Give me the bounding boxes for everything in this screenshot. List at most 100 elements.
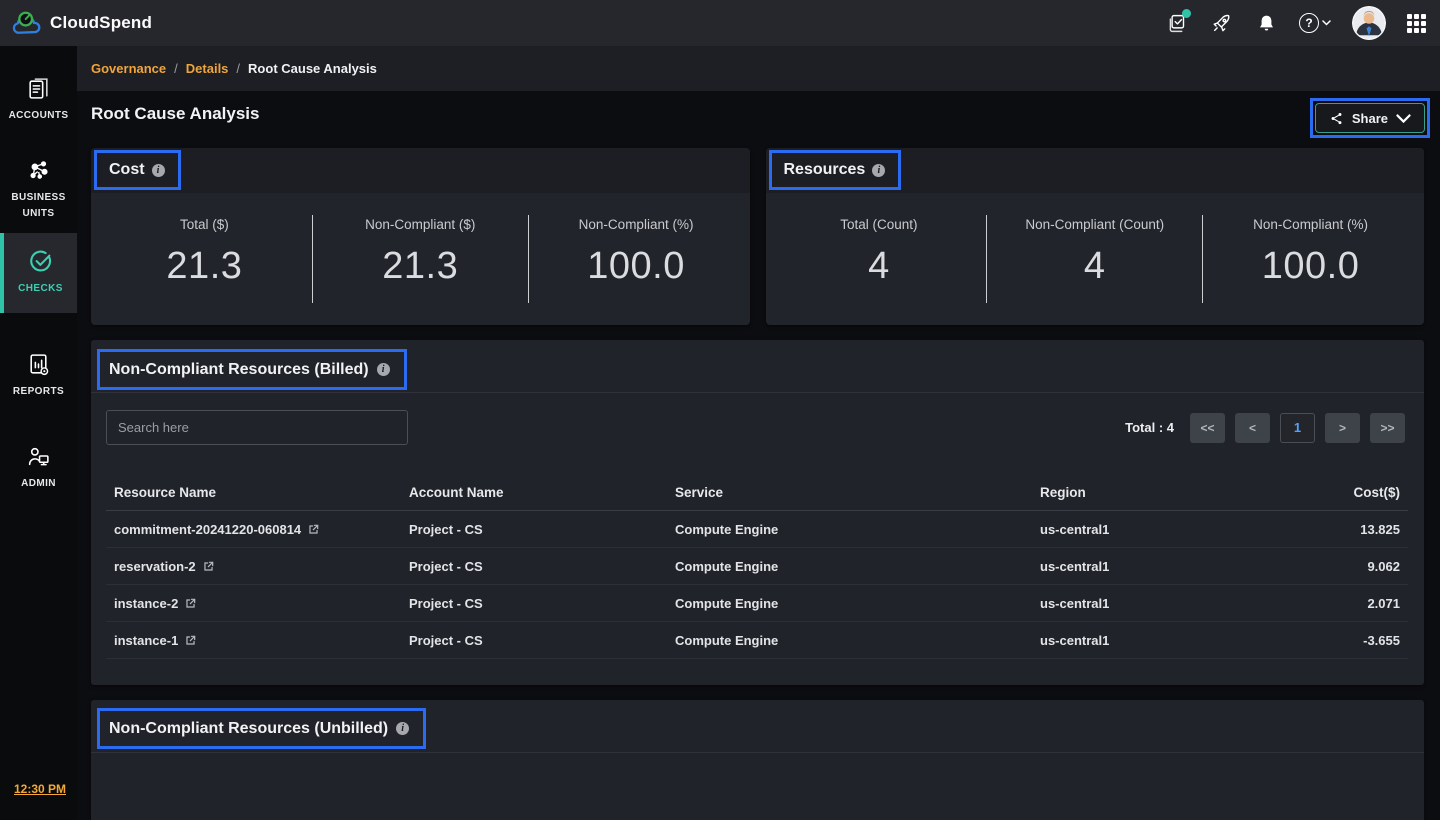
brand[interactable]: CloudSpend <box>12 10 152 37</box>
notification-dot <box>1182 9 1191 18</box>
cost-card-title: Cost <box>109 161 145 179</box>
sidebar-item-checks[interactable]: CHECKS <box>0 233 77 313</box>
cell-account-name: Project - CS <box>401 633 667 648</box>
info-icon[interactable]: i <box>396 722 409 735</box>
sidebar-item-reports[interactable]: REPORTS <box>0 342 77 400</box>
cost-title-annotation-box: Cost i <box>94 150 181 190</box>
breadcrumb-details[interactable]: Details <box>186 61 229 76</box>
cell-cost: 13.825 <box>1283 522 1408 537</box>
cell-resource-name: reservation-2 <box>106 559 401 574</box>
cell-account-name: Project - CS <box>401 522 667 537</box>
sidebar-item-accounts[interactable]: ACCOUNTS <box>0 66 77 124</box>
cell-service: Compute Engine <box>667 596 1032 611</box>
sidebar-item-label: BUSINESS UNITS <box>0 190 77 222</box>
pagination-first-button[interactable]: << <box>1190 413 1225 443</box>
tasks-icon[interactable] <box>1164 11 1188 35</box>
help-question-mark: ? <box>1299 13 1319 33</box>
breadcrumb-separator: / <box>174 61 178 76</box>
topbar-icons: ? <box>1164 6 1426 40</box>
pagination: Total : 4 << < 1 > >> <box>1125 413 1405 443</box>
resource-link[interactable]: instance-1 <box>114 633 178 648</box>
stat-noncompliant-count-pct: Non-Compliant (%) 100.0 <box>1203 193 1418 325</box>
billed-panel: Non-Compliant Resources (Billed) i Total… <box>91 340 1424 685</box>
documents-icon <box>26 76 51 101</box>
external-link-icon[interactable] <box>184 597 197 610</box>
cell-service: Compute Engine <box>667 522 1032 537</box>
cell-account-name: Project - CS <box>401 559 667 574</box>
cell-service: Compute Engine <box>667 633 1032 648</box>
external-link-icon[interactable] <box>307 523 320 536</box>
sidebar: ACCOUNTS BUSINESS UNITS CHECKS REPORTS <box>0 46 77 820</box>
column-resource-name: Resource Name <box>106 485 401 500</box>
billed-table-body: commitment-20241220-060814Project - CSCo… <box>106 511 1408 659</box>
cell-resource-name: instance-2 <box>106 596 401 611</box>
column-cost: Cost($) <box>1283 485 1408 500</box>
info-icon[interactable]: i <box>872 164 885 177</box>
stat-noncompliant-cost: Non-Compliant ($) 21.3 <box>313 193 528 325</box>
billed-title-annotation-box: Non-Compliant Resources (Billed) i <box>97 349 407 390</box>
share-button-label: Share <box>1352 111 1388 126</box>
chevron-down-icon <box>1396 111 1411 126</box>
external-link-icon[interactable] <box>202 560 215 573</box>
resources-card-body: Total (Count) 4 Non-Compliant (Count) 4 … <box>766 193 1425 325</box>
stat-total-cost: Total ($) 21.3 <box>97 193 312 325</box>
sidebar-item-label: ACCOUNTS <box>5 108 73 124</box>
table-row: commitment-20241220-060814 Project - CSCo… <box>106 511 1408 548</box>
topbar: CloudSpend ? <box>0 0 1440 46</box>
cost-card-header: Cost i <box>91 148 750 193</box>
admin-icon <box>26 444 51 469</box>
breadcrumb-current: Root Cause Analysis <box>248 61 377 76</box>
resources-card: Resources i Total (Count) 4 Non-Complian… <box>766 148 1425 325</box>
pagination-last-button[interactable]: >> <box>1370 413 1405 443</box>
cell-region: us-central1 <box>1032 633 1283 648</box>
info-icon[interactable]: i <box>152 164 165 177</box>
cell-region: us-central1 <box>1032 522 1283 537</box>
resources-title-annotation-box: Resources i <box>769 150 902 190</box>
sidebar-item-admin[interactable]: ADMIN <box>0 434 77 492</box>
info-icon[interactable]: i <box>377 363 390 376</box>
resource-link[interactable]: instance-2 <box>114 596 178 611</box>
resources-card-title: Resources <box>784 161 866 179</box>
page-title: Root Cause Analysis <box>91 104 259 124</box>
pagination-next-button[interactable]: > <box>1325 413 1360 443</box>
bell-icon[interactable] <box>1254 11 1278 35</box>
resource-link[interactable]: reservation-2 <box>114 559 196 574</box>
pagination-total: Total : 4 <box>1125 420 1174 435</box>
help-icon[interactable]: ? <box>1299 13 1331 33</box>
table-row: instance-1 Project - CSCompute Engineus-c… <box>106 622 1408 659</box>
stat-label: Non-Compliant (%) <box>1253 217 1368 232</box>
pagination-current-page[interactable]: 1 <box>1280 413 1315 443</box>
check-circle-icon <box>28 249 53 274</box>
cell-service: Compute Engine <box>667 559 1032 574</box>
billed-table-header: Resource Name Account Name Service Regio… <box>106 475 1408 511</box>
breadcrumb-governance[interactable]: Governance <box>91 61 166 76</box>
cell-region: us-central1 <box>1032 596 1283 611</box>
stat-value: 21.3 <box>382 245 458 288</box>
share-button[interactable]: Share <box>1315 103 1425 133</box>
resources-card-header: Resources i <box>766 148 1425 193</box>
cost-card: Cost i Total ($) 21.3 Non-Compliant ($) … <box>91 148 750 325</box>
billed-controls: Total : 4 << < 1 > >> <box>91 393 1424 445</box>
table-row: instance-2Project - CSCompute Engineus-c… <box>106 585 1408 622</box>
rocket-icon[interactable] <box>1209 11 1233 35</box>
sidebar-item-business-units[interactable]: BUSINESS UNITS <box>0 148 77 222</box>
breadcrumb: Governance / Details / Root Cause Analys… <box>77 46 1440 91</box>
avatar[interactable] <box>1352 6 1386 40</box>
apps-grid-icon[interactable] <box>1407 14 1426 33</box>
stat-noncompliant-count: Non-Compliant (Count) 4 <box>987 193 1202 325</box>
report-icon <box>26 352 51 377</box>
column-service: Service <box>667 485 1032 500</box>
stat-value: 4 <box>868 245 890 288</box>
sidebar-item-label: ADMIN <box>17 476 60 492</box>
resource-link[interactable]: commitment-20241220-060814 <box>114 522 301 537</box>
column-account-name: Account Name <box>401 485 667 500</box>
chevron-down-icon <box>1322 20 1331 26</box>
external-link-icon[interactable] <box>184 634 197 647</box>
search-input[interactable] <box>106 410 408 445</box>
pagination-prev-button[interactable]: < <box>1235 413 1270 443</box>
column-region: Region <box>1032 485 1283 500</box>
unbilled-panel-header: Non-Compliant Resources (Unbilled) i <box>91 700 1424 753</box>
main-content: Root Cause Analysis Share Cost i <box>77 91 1440 820</box>
timestamp-link[interactable]: 12:30 PM <box>14 782 66 796</box>
share-annotation-box: Share <box>1310 98 1430 138</box>
